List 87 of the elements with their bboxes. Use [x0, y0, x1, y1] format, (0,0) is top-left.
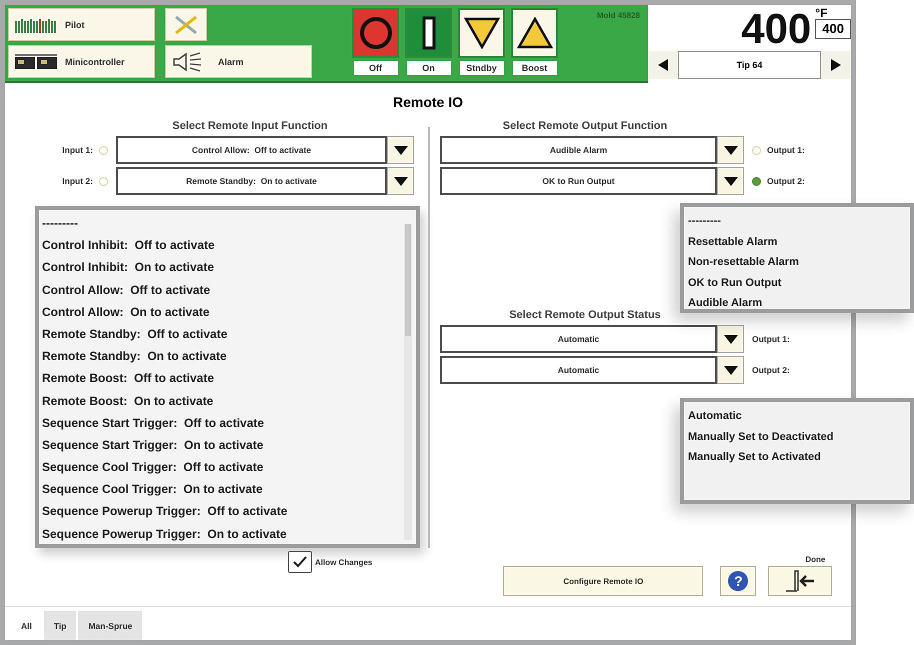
function-dropdown[interactable]: OK to Run Output	[440, 167, 717, 195]
list-item[interactable]: Resettable Alarm	[688, 232, 906, 252]
controller-icon	[15, 54, 59, 70]
scrollbar[interactable]	[404, 224, 412, 540]
dropdown-button[interactable]	[717, 167, 744, 195]
list-item[interactable]: OK to Run Output	[688, 272, 906, 293]
zone-tab[interactable]: Tip	[44, 611, 76, 640]
caret-icon	[724, 146, 738, 154]
function-dropdown[interactable]: Remote Standby: On to activate	[116, 167, 387, 195]
mode-label: Off	[354, 61, 398, 75]
dropdown-button[interactable]	[717, 136, 744, 164]
mold-name: Mold 45828	[596, 11, 640, 20]
allow-changes-checkbox[interactable]	[288, 551, 312, 573]
temperature-unit: °F	[815, 7, 828, 19]
list-item[interactable]: Manually Set to Activated	[688, 447, 906, 468]
zone-group-button[interactable]: Pilot	[8, 8, 155, 41]
section-heading: Select Remote Output Function	[502, 119, 668, 133]
list-item[interactable]: ---------	[42, 212, 404, 234]
list-item[interactable]: Remote Boost: Off to activate	[42, 367, 404, 390]
list-item[interactable]: Remote Standby: On to activate	[42, 345, 404, 368]
function-dropdown[interactable]: Audible Alarm	[440, 136, 717, 164]
list-item[interactable]: Sequence Start Trigger: Off to activate	[42, 412, 404, 434]
mode-label: On	[406, 61, 450, 75]
done-label: Done	[805, 555, 826, 564]
check-icon	[293, 556, 307, 568]
page-title: Remote IO	[392, 93, 464, 111]
caret-icon	[724, 334, 738, 344]
right-arrow-icon	[831, 59, 841, 71]
section-heading: Select Remote Input Function	[171, 119, 329, 133]
checkbox-label: Allow Changes	[315, 558, 372, 566]
list-item[interactable]: Non-resettable Alarm	[688, 252, 906, 272]
caret-icon	[724, 366, 738, 374]
zone-tab[interactable]: Man-Sprue	[78, 611, 142, 640]
tools-icon	[173, 14, 199, 36]
circle-icon	[358, 16, 392, 50]
output-label: Output 1:	[767, 145, 805, 155]
status-dropdown[interactable]: Automatic	[440, 356, 717, 384]
dropdown-button[interactable]	[387, 167, 414, 195]
list-item[interactable]: Sequence Start Trigger: On to activate	[42, 434, 404, 456]
list-item[interactable]: Automatic	[688, 406, 906, 426]
zone-group-button[interactable]: Minicontroller	[8, 45, 155, 78]
function-dropdown[interactable]: Control Allow: Off to activate	[116, 136, 387, 164]
list-item[interactable]: Remote Standby: Off to activate	[42, 322, 404, 346]
list-item[interactable]: Remote Boost: On to activate	[42, 390, 404, 412]
help-button[interactable]: ?	[720, 566, 756, 596]
mode-button[interactable]	[458, 8, 505, 58]
status-dropdown[interactable]: Automatic	[440, 325, 717, 353]
list-item[interactable]: Sequence Cool Trigger: On to activate	[42, 478, 404, 500]
caret-icon	[394, 176, 408, 186]
dropdown-button[interactable]	[717, 356, 744, 384]
dropdown-button[interactable]	[387, 136, 414, 164]
mode-button[interactable]	[511, 8, 558, 58]
bar-graph-icon	[15, 16, 59, 32]
up-triangle-icon	[516, 17, 552, 49]
output-label: Output 1:	[752, 334, 790, 344]
output-label: Output 2:	[767, 176, 805, 186]
zone-name: Tip 64	[678, 51, 821, 79]
caret-icon	[724, 176, 738, 186]
exit-door-icon	[785, 570, 816, 592]
list-item[interactable]: Manually Set to Deactivated	[688, 426, 906, 447]
list-item[interactable]: Audible Alarm	[688, 293, 906, 314]
mode-button[interactable]	[405, 8, 452, 58]
list-item[interactable]: ---------	[688, 211, 906, 232]
configure-button[interactable]: Configure Remote IO	[503, 566, 704, 596]
list-item[interactable]: Sequence Powerup Trigger: Off to activate	[42, 500, 404, 523]
list-item[interactable]: Control Allow: On to activate	[42, 300, 404, 323]
input-label: Input 2:	[61, 176, 93, 186]
dropdown-button[interactable]	[717, 325, 744, 353]
down-triangle-icon	[464, 17, 500, 49]
alarm-button[interactable]: Alarm	[165, 45, 312, 78]
done-button[interactable]	[768, 566, 832, 596]
output-label: Output 2:	[752, 365, 790, 375]
input-label: Input 1:	[61, 145, 93, 155]
temperature-reading: 400	[741, 7, 812, 51]
list-item[interactable]: Control Inhibit: Off to activate	[42, 234, 404, 256]
list-item[interactable]: Sequence Cool Trigger: Off to activate	[42, 456, 404, 478]
caret-icon	[394, 146, 408, 154]
list-item[interactable]: Sequence Powerup Trigger: On to activate	[42, 522, 404, 545]
list-item[interactable]: Control Allow: Off to activate	[42, 278, 404, 301]
setpoint-field[interactable]: 400	[815, 19, 851, 39]
speaker-icon	[172, 52, 204, 72]
mode-label: Boost	[512, 61, 556, 75]
list-item[interactable]: Control Inhibit: On to activate	[42, 256, 404, 279]
bar-icon	[422, 16, 436, 50]
section-heading: Select Remote Output Status	[508, 308, 662, 322]
mode-label: Stndby	[460, 61, 504, 75]
left-arrow-icon	[658, 59, 668, 71]
